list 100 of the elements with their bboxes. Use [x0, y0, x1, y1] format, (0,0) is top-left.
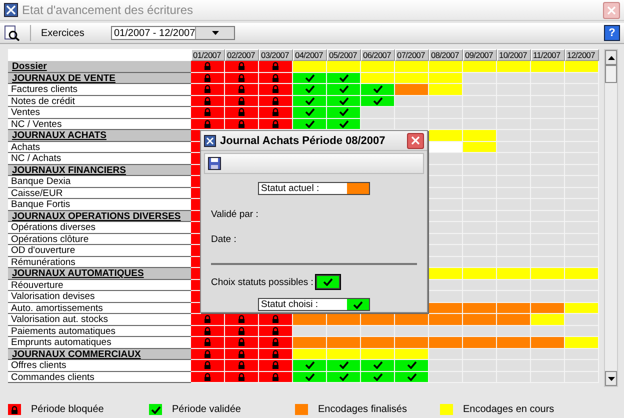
period-dropdown[interactable]: 01/2007 - 12/2007 — [111, 26, 235, 40]
journal-label[interactable]: Offres clients — [8, 360, 191, 372]
status-cell[interactable] — [497, 256, 531, 268]
status-cell[interactable] — [463, 268, 497, 280]
status-cell[interactable] — [395, 96, 429, 107]
status-cell[interactable] — [191, 337, 225, 348]
status-cell[interactable] — [429, 210, 463, 222]
status-cell[interactable] — [531, 326, 565, 337]
status-cell[interactable] — [395, 372, 429, 383]
status-cell[interactable] — [463, 337, 497, 348]
status-cell[interactable] — [497, 314, 531, 326]
status-cell[interactable] — [531, 314, 565, 326]
status-cell[interactable] — [327, 326, 361, 337]
status-cell[interactable] — [225, 326, 259, 337]
status-cell[interactable] — [395, 314, 429, 326]
status-cell[interactable] — [531, 280, 565, 291]
journal-label[interactable]: NC / Ventes — [8, 118, 191, 130]
status-cell[interactable] — [429, 280, 463, 291]
status-cell[interactable] — [429, 337, 463, 348]
status-cell[interactable] — [429, 326, 463, 337]
status-cell[interactable] — [259, 96, 293, 107]
status-cell[interactable] — [463, 326, 497, 337]
status-cell[interactable] — [531, 268, 565, 280]
status-cell[interactable] — [327, 61, 361, 72]
journal-label[interactable]: Caisse/EUR — [8, 188, 191, 199]
status-cell[interactable] — [531, 72, 565, 84]
status-cell[interactable] — [327, 84, 361, 96]
status-cell[interactable] — [565, 268, 599, 280]
status-cell[interactable] — [361, 360, 395, 372]
status-cell[interactable] — [293, 360, 327, 372]
status-cell[interactable] — [429, 153, 463, 164]
status-cell[interactable] — [395, 326, 429, 337]
status-cell[interactable] — [225, 118, 259, 130]
status-cell[interactable] — [497, 142, 531, 153]
status-cell[interactable] — [259, 84, 293, 96]
status-cell[interactable] — [293, 348, 327, 360]
status-cell[interactable] — [565, 314, 599, 326]
status-cell[interactable] — [293, 326, 327, 337]
status-cell[interactable] — [395, 118, 429, 130]
status-cell[interactable] — [395, 84, 429, 96]
status-cell[interactable] — [225, 314, 259, 326]
status-cell[interactable] — [565, 337, 599, 348]
status-cell[interactable] — [531, 348, 565, 360]
status-cell[interactable] — [497, 302, 531, 314]
status-cell[interactable] — [225, 72, 259, 84]
status-cell[interactable] — [225, 337, 259, 348]
status-cell[interactable] — [191, 107, 225, 118]
journal-label[interactable]: Opérations clôture — [8, 234, 191, 245]
status-cell[interactable] — [531, 61, 565, 72]
status-cell[interactable] — [565, 348, 599, 360]
status-cell[interactable] — [497, 118, 531, 130]
status-cell[interactable] — [429, 222, 463, 234]
status-cell[interactable] — [191, 314, 225, 326]
status-cell[interactable] — [361, 72, 395, 84]
status-cell[interactable] — [497, 280, 531, 291]
status-cell[interactable] — [497, 291, 531, 302]
status-cell[interactable] — [327, 314, 361, 326]
journal-label[interactable]: Commandes clients — [8, 372, 191, 383]
status-cell[interactable] — [293, 372, 327, 383]
journal-label[interactable]: Rémunérations — [8, 256, 191, 268]
journal-label[interactable]: Banque Dexia — [8, 176, 191, 188]
status-cell[interactable] — [327, 96, 361, 107]
status-cell[interactable] — [191, 348, 225, 360]
status-cell[interactable] — [429, 302, 463, 314]
status-cell[interactable] — [225, 84, 259, 96]
status-cell[interactable] — [565, 61, 599, 72]
status-cell[interactable] — [361, 314, 395, 326]
status-cell[interactable] — [293, 84, 327, 96]
status-cell[interactable] — [191, 84, 225, 96]
status-cell[interactable] — [463, 280, 497, 291]
status-cell[interactable] — [429, 348, 463, 360]
status-cell[interactable] — [361, 372, 395, 383]
status-cell[interactable] — [327, 72, 361, 84]
status-cell[interactable] — [463, 96, 497, 107]
status-cell[interactable] — [429, 118, 463, 130]
status-cell[interactable] — [463, 348, 497, 360]
status-cell[interactable] — [259, 314, 293, 326]
status-cell[interactable] — [565, 291, 599, 302]
status-cell[interactable] — [191, 360, 225, 372]
status-cell[interactable] — [259, 326, 293, 337]
status-cell[interactable] — [395, 72, 429, 84]
status-cell[interactable] — [259, 107, 293, 118]
status-cell[interactable] — [293, 314, 327, 326]
status-cell[interactable] — [361, 84, 395, 96]
status-cell[interactable] — [497, 337, 531, 348]
status-cell[interactable] — [565, 72, 599, 84]
status-cell[interactable] — [361, 337, 395, 348]
status-cell[interactable] — [429, 360, 463, 372]
journal-label[interactable]: Valorisation aut. stocks — [8, 314, 191, 326]
journal-label[interactable]: Emprunts automatiques — [8, 337, 191, 348]
status-cell[interactable] — [327, 360, 361, 372]
journal-label[interactable]: Ventes — [8, 107, 191, 118]
status-cell[interactable] — [225, 96, 259, 107]
status-cell[interactable] — [191, 326, 225, 337]
journal-label[interactable]: Achats — [8, 142, 191, 153]
status-cell[interactable] — [429, 72, 463, 84]
status-cell[interactable] — [293, 337, 327, 348]
status-cell[interactable] — [361, 348, 395, 360]
status-cell[interactable] — [565, 280, 599, 291]
journal-label[interactable]: Opérations diverses — [8, 222, 191, 234]
